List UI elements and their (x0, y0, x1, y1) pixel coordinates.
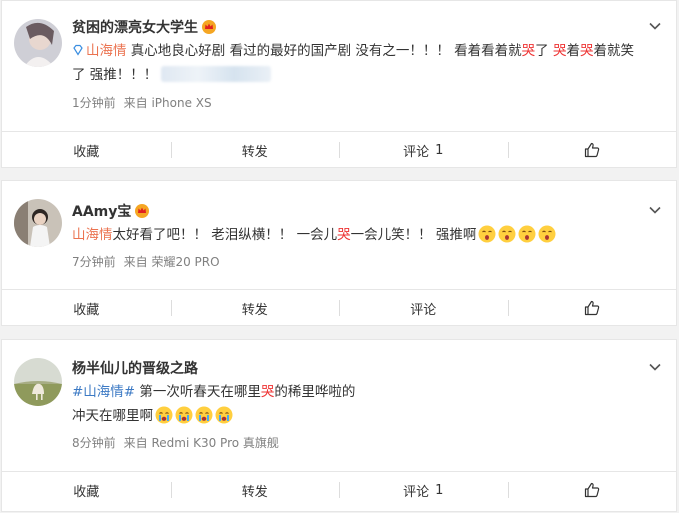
cry-keyword: 哭 (260, 384, 275, 400)
post-text: 冲天在哪里啊 (72, 408, 153, 424)
like-button[interactable] (507, 290, 677, 326)
post-text: 的稀里哗啦的 (274, 384, 356, 400)
content-line-2: 冲天在哪里啊 (72, 404, 662, 428)
timestamp[interactable]: 1分钟前 (72, 96, 116, 110)
post-meta: 8分钟前 来自 Redmi K30 Pro 真旗舰 (72, 434, 287, 451)
emoji-icon (215, 406, 233, 424)
emoji-icon (518, 225, 536, 243)
thumbs-up-icon (584, 142, 599, 158)
content-line-1: #山海情# 第一次听春天在哪里哭的稀里哗啦的 (72, 380, 662, 404)
like-button[interactable] (507, 132, 677, 168)
comment-button[interactable]: 评论 (339, 290, 508, 326)
avatar[interactable] (14, 19, 62, 67)
avatar[interactable] (14, 199, 62, 247)
post-card: 杨半仙儿的晋级之路 #山海情# 第一次听春天在哪里哭的稀里哗啦的 冲天在哪里啊 … (1, 339, 677, 512)
post-card: 贫困的漂亮女大学生 山海情 真心地良心好剧 看过的最好的国产剧 没有之一！！！ … (1, 0, 677, 168)
post-source: 来自 iPhone XS (123, 96, 212, 110)
cry-keyword: 哭 (337, 227, 351, 243)
post-text: 了 强推！！！ (72, 67, 158, 83)
favorite-button[interactable]: 收藏 (2, 472, 171, 508)
post-text: 第一次听春天在哪里 (135, 384, 261, 400)
repost-button[interactable]: 转发 (170, 132, 340, 168)
username[interactable]: 杨半仙儿的晋级之路 (72, 358, 198, 378)
action-bar: 收藏 转发 评论 1 (2, 131, 676, 168)
cry-keyword: 哭 (579, 43, 594, 59)
timestamp[interactable]: 7分钟前 (72, 255, 116, 269)
comment-button[interactable]: 评论 1 (339, 472, 508, 508)
emoji-icon (478, 225, 496, 243)
thumbs-up-icon (584, 482, 599, 498)
chevron-down-icon[interactable] (648, 360, 662, 374)
post-content: #山海情# 第一次听春天在哪里哭的稀里哗啦的 冲天在哪里啊 (72, 380, 662, 428)
post-text: 着就笑 (593, 43, 634, 59)
post-meta: 1分钟前 来自 iPhone XS (72, 94, 220, 111)
comment-button[interactable]: 评论 1 (339, 132, 508, 168)
topic-link[interactable]: 山海情 (72, 227, 113, 243)
cry-keyword: 哭 (552, 43, 567, 59)
comment-count: 1 (435, 142, 444, 158)
post-meta: 7分钟前 来自 荣耀20 PRO (72, 253, 228, 270)
post-text: 太好看了吧！！ 老泪纵横！！ 一会儿 (112, 227, 338, 243)
topic-link[interactable]: #山海情# (72, 384, 135, 400)
post-text: 了 (535, 43, 553, 59)
crown-icon (202, 20, 216, 34)
thumbs-up-icon (584, 300, 599, 316)
post-card: AAmy宝 山海情太好看了吧！！ 老泪纵横！！ 一会儿哭一会儿笑！！ 强推啊 7… (1, 180, 677, 326)
post-content: 山海情 真心地良心好剧 看过的最好的国产剧 没有之一！！！ 看着看着就哭了 哭着… (72, 39, 662, 87)
post-source: 来自 Redmi K30 Pro 真旗舰 (123, 436, 279, 450)
favorite-button[interactable]: 收藏 (2, 290, 171, 326)
content-line-1: 山海情 真心地良心好剧 看过的最好的国产剧 没有之一！！！ 看着看着就哭了 哭着… (72, 39, 662, 63)
emoji-icon (175, 406, 193, 424)
topic-link[interactable]: 山海情 (86, 43, 127, 59)
action-bar: 收藏 转发 评论 1 (2, 471, 676, 508)
emoji-icon (195, 406, 213, 424)
crown-icon (135, 204, 150, 218)
like-button[interactable] (507, 472, 677, 508)
emoji-icon (538, 225, 556, 243)
action-bar: 收藏 转发 评论 (2, 289, 676, 326)
post-text: 着 (566, 43, 580, 59)
repost-button[interactable]: 转发 (170, 290, 340, 326)
chevron-down-icon[interactable] (648, 19, 662, 33)
post-content: 山海情太好看了吧！！ 老泪纵横！！ 一会儿哭一会儿笑！！ 强推啊 (72, 223, 662, 247)
favorite-button[interactable]: 收藏 (2, 132, 171, 168)
emoji-icon (498, 225, 516, 243)
content-line-1: 山海情太好看了吧！！ 老泪纵横！！ 一会儿哭一会儿笑！！ 强推啊 (72, 223, 662, 247)
chevron-down-icon[interactable] (648, 203, 662, 217)
diamond-icon (73, 44, 83, 56)
username[interactable]: 贫困的漂亮女大学生 (72, 17, 216, 37)
cry-keyword: 哭 (521, 43, 536, 59)
post-source: 来自 荣耀20 PRO (123, 255, 220, 269)
timestamp[interactable]: 8分钟前 (72, 436, 116, 450)
repost-button[interactable]: 转发 (170, 472, 340, 508)
username[interactable]: AAmy宝 (72, 201, 150, 221)
post-text: 一会儿笑！！ 强推啊 (350, 227, 477, 243)
avatar[interactable] (14, 358, 62, 406)
blurred-image (161, 66, 272, 82)
comment-count: 1 (435, 482, 444, 498)
emoji-icon (155, 406, 173, 424)
content-line-2: 了 强推！！！ (72, 63, 662, 87)
post-text: 真心地良心好剧 看过的最好的国产剧 没有之一！！！ 看着看着就 (126, 43, 522, 59)
